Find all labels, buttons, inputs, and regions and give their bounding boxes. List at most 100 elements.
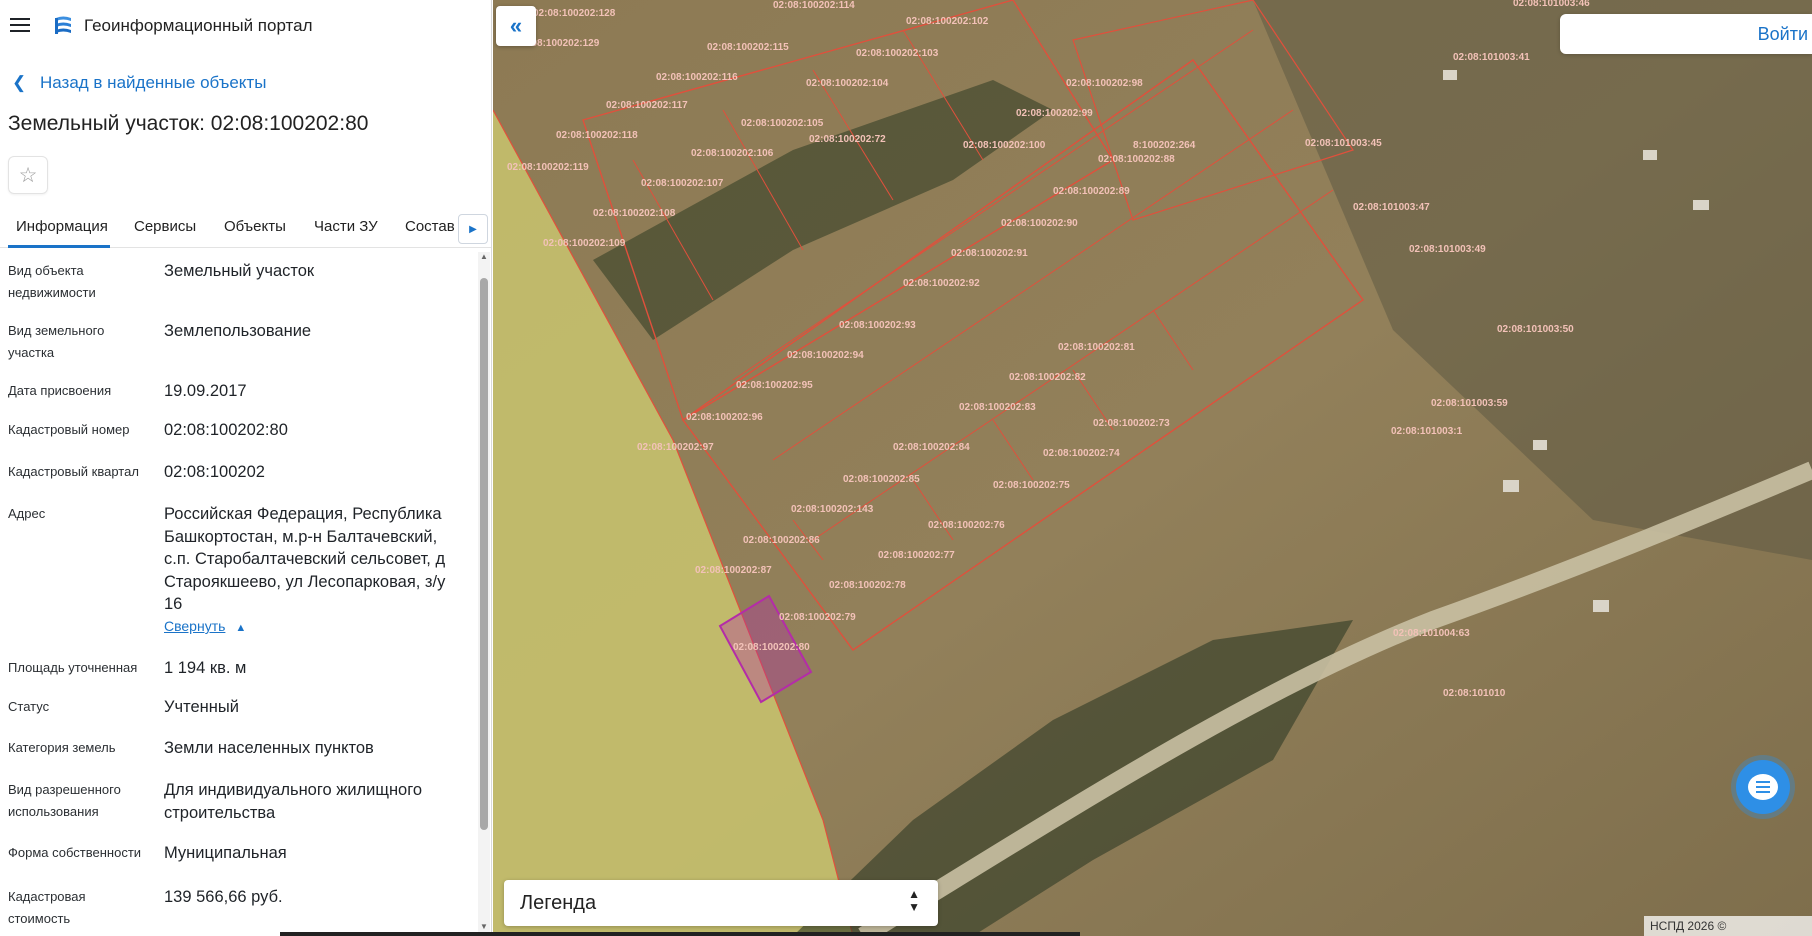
back-to-results-link[interactable]: ❮ Назад в найденные объекты <box>12 72 266 94</box>
parcel-label: 02:08:100202:73 <box>1093 418 1170 429</box>
parcel-label: 02:08:100202:91 <box>951 248 1028 259</box>
login-button[interactable]: Войти <box>1758 24 1808 45</box>
parcel-label: 02:08:101003:46 <box>1513 0 1590 9</box>
parcel-label: 02:08:100202:78 <box>829 580 906 591</box>
parcel-label: 02:08:100202:82 <box>1009 372 1086 383</box>
parcel-label: 02:08:100202:98 <box>1066 78 1143 89</box>
parcel-label: 02:08:100202:100 <box>963 140 1046 151</box>
parcel-label: 8:100202:264 <box>1133 140 1196 151</box>
parcel-label: 02:08:100202:115 <box>707 42 789 53</box>
prop-key: Кадастровая стоимость <box>8 889 86 926</box>
prop-key: Площадь уточненная <box>8 660 138 675</box>
tab-parts[interactable]: Части ЗУ <box>314 218 378 235</box>
back-link-label: Назад в найденные объекты <box>40 73 267 92</box>
parcel-label: 02:08:100202:81 <box>1058 342 1135 353</box>
prop-key: Кадастровый квартал <box>8 464 139 479</box>
parcel-label: 02:08:100202:143 <box>791 504 874 515</box>
parcel-label: 02:08:100202:97 <box>637 442 714 453</box>
prop-key: Адрес <box>8 506 46 521</box>
bottom-divider <box>280 932 1080 936</box>
tabs-scroll-right-button[interactable]: ▶ <box>458 214 488 244</box>
portal-title: Геоинформационный портал <box>84 16 313 35</box>
parcel-label: 02:08:100202:119 <box>507 162 589 173</box>
parcel-label: 02:08:100202:76 <box>928 520 1005 531</box>
parcel-label: 02:08:100202:118 <box>556 130 638 141</box>
parcel-label: 02:08:101003:41 <box>1453 52 1530 63</box>
prop-value: Муниципальная <box>164 844 287 862</box>
tab-services[interactable]: Сервисы <box>134 218 196 235</box>
parcel-label: 02:08:100202:90 <box>1001 218 1078 229</box>
tab-objects[interactable]: Объекты <box>224 218 286 235</box>
parcel-label: 02:08:100202:92 <box>903 278 980 289</box>
chat-icon <box>1748 774 1778 800</box>
parcel-label: 02:08:100202:128 <box>533 8 616 19</box>
parcel-label: 02:08:100202:116 <box>656 72 738 83</box>
scroll-down-arrow-icon[interactable]: ▼ <box>480 922 488 932</box>
chat-button[interactable] <box>1736 760 1790 814</box>
collapse-panel-button[interactable]: « <box>496 6 536 46</box>
parcel-label: 02:08:100202:85 <box>843 474 920 485</box>
prop-key: Форма собственности <box>8 845 142 860</box>
expand-collapse-icon: ▲ ▼ <box>908 887 920 914</box>
satellite-map[interactable]: 02:08:100202:12802:08:100202:12902:08:10… <box>493 0 1812 936</box>
parcel-label: 02:08:100202:88 <box>1098 154 1175 165</box>
properties-list: Вид объекта недвижимости Земельный участ… <box>0 252 478 936</box>
prop-value: 1 194 кв. м <box>164 659 247 677</box>
hamburger-menu-icon[interactable] <box>10 14 32 36</box>
parcel-label: 02:08:101010 <box>1443 688 1506 699</box>
prop-value: 02:08:100202:80 <box>164 421 288 439</box>
parcel-label: 02:08:100202:87 <box>695 565 772 576</box>
parcel-label: 02:08:100202:95 <box>736 380 813 391</box>
parcel-label: 02:08:100202:83 <box>959 402 1036 413</box>
prop-key: Категория земель <box>8 740 116 755</box>
parcel-label: 02:08:101003:45 <box>1305 138 1382 149</box>
prop-value: Земельный участок <box>164 262 315 280</box>
parcel-label: 02:08:100202:77 <box>878 550 955 561</box>
tab-information[interactable]: Информация <box>16 218 108 235</box>
tab-bar: Информация Сервисы Объекты Части ЗУ Сост… <box>0 210 491 248</box>
chevron-left-icon: ❮ <box>12 73 27 92</box>
parcel-label: 02:08:101003:50 <box>1497 324 1574 335</box>
parcel-label: 02:08:100202:117 <box>606 100 688 111</box>
app-window: Геоинформационный портал ❮ Назад в найде… <box>0 0 1812 936</box>
map-view[interactable]: 02:08:100202:128 02:08:100202:129 02:08:10… <box>493 0 1812 936</box>
parcel-label: 02:08:100202:102 <box>906 16 989 27</box>
scroll-up-arrow-icon[interactable]: ▲ <box>480 252 488 262</box>
prop-key: Кадастровый номер <box>8 422 130 437</box>
copyright: НСПД 2026 © <box>1644 916 1812 936</box>
favorite-button[interactable]: ☆ <box>8 156 48 194</box>
object-title: Земельный участок: 02:08:100202:80 <box>8 112 369 135</box>
parcel-label: 02:08:100202:108 <box>593 208 676 219</box>
collapse-label: Свернуть <box>164 618 226 634</box>
triangle-right-icon: ▶ <box>469 223 477 235</box>
login-bar: Войти <box>1560 14 1812 54</box>
tab-composition[interactable]: Состав <box>405 218 455 235</box>
portal-logo-icon <box>55 16 71 34</box>
prop-key: Вид объекта недвижимости <box>8 263 96 300</box>
parcel-label: 02:08:100202:94 <box>787 350 864 361</box>
legend-label: Легенда <box>520 892 597 914</box>
prop-value: Земли населенных пунктов <box>164 739 374 757</box>
prop-value: 139 566,66 руб. <box>164 888 283 906</box>
scrollbar-thumb[interactable] <box>480 278 488 830</box>
parcel-label: 02:08:100202:103 <box>856 48 939 59</box>
parcel-label: 02:08:100202:74 <box>1043 448 1120 459</box>
header: Геоинформационный портал <box>0 0 491 52</box>
parcel-label: 02:08:100202:72 <box>809 134 886 145</box>
parcel-label: 02:08:101004:63 <box>1393 628 1470 639</box>
parcel-label: 02:08:100202:105 <box>741 118 824 129</box>
parcel-label: 02:08:100202:99 <box>1016 108 1093 119</box>
parcel-label: 02:08:100202:96 <box>686 412 763 423</box>
prop-key: Вид разрешенного использования <box>8 782 121 819</box>
collapse-address-link[interactable]: Свернуть ▲ <box>164 618 246 634</box>
double-chevron-left-icon: « <box>509 13 523 38</box>
parcel-label: 02:08:100202:89 <box>1053 186 1130 197</box>
parcel-label: 02:08:101003:1 <box>1391 426 1463 437</box>
parcel-label: 02:08:100202:80 <box>733 642 810 653</box>
info-panel: Геоинформационный портал ❮ Назад в найде… <box>0 0 492 936</box>
parcel-label: 02:08:101003:59 <box>1431 398 1508 409</box>
parcel-label: 02:08:100202:79 <box>779 612 856 623</box>
parcel-label: 02:08:100202:114 <box>773 0 855 11</box>
legend-dropdown[interactable]: Легенда ▲ ▼ <box>504 880 938 926</box>
active-tab-indicator <box>8 245 110 248</box>
